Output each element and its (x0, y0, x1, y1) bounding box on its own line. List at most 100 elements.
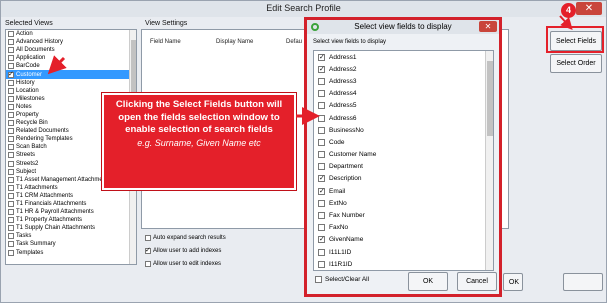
view-item-checkbox[interactable] (8, 201, 14, 208)
auto-expand-checkbox[interactable] (145, 235, 151, 241)
view-item-checkbox[interactable] (8, 176, 14, 183)
view-field-item[interactable]: Code (314, 136, 493, 148)
view-field-checkbox[interactable] (318, 248, 325, 256)
view-item-checkbox[interactable] (8, 128, 14, 135)
view-field-checkbox[interactable] (318, 53, 325, 61)
view-item-checkbox[interactable] (8, 111, 14, 118)
selected-view-item[interactable]: History (6, 79, 136, 87)
view-item-checkbox[interactable] (8, 31, 14, 38)
view-field-item[interactable]: Address6 (314, 112, 493, 124)
view-item-checkbox[interactable] (8, 168, 14, 175)
column-header-default[interactable]: Defau (286, 39, 302, 45)
selected-view-item[interactable]: Task Summary (6, 240, 136, 248)
view-field-checkbox[interactable] (318, 90, 325, 98)
view-field-checkbox[interactable] (318, 199, 325, 207)
view-field-item[interactable]: GivenName (314, 234, 493, 246)
view-item-checkbox[interactable] (8, 160, 14, 167)
allow-edit-indexes-checkbox[interactable] (145, 261, 151, 267)
view-field-item[interactable]: Description (314, 173, 493, 185)
view-field-checkbox[interactable] (318, 163, 325, 171)
dialog-cancel-button[interactable]: Cancel (457, 272, 497, 291)
view-item-checkbox[interactable] (8, 152, 14, 159)
view-item-checkbox[interactable] (8, 144, 14, 151)
view-item-checkbox[interactable] (8, 47, 14, 54)
view-field-checkbox[interactable] (318, 138, 325, 146)
view-field-item[interactable]: I11R1ID (314, 258, 493, 270)
view-field-checkbox[interactable] (318, 126, 325, 134)
view-item-checkbox[interactable] (8, 87, 14, 94)
view-item-checkbox[interactable] (8, 120, 14, 127)
view-item-checkbox[interactable] (8, 184, 14, 191)
selected-view-item[interactable]: Application (6, 54, 136, 62)
view-field-checkbox[interactable] (318, 102, 325, 110)
view-field-item[interactable]: Fax Number (314, 209, 493, 221)
view-item-checkbox[interactable] (8, 63, 14, 70)
view-field-checkbox[interactable] (318, 224, 325, 232)
view-item-checkbox[interactable] (8, 225, 14, 232)
ok-button[interactable]: OK (503, 273, 523, 291)
selected-view-item[interactable]: T1 Property Attachments (6, 216, 136, 224)
view-item-checkbox[interactable] (8, 233, 14, 240)
selected-view-item[interactable]: Action (6, 30, 136, 38)
view-field-item[interactable]: Department (314, 161, 493, 173)
view-field-item[interactable]: MobileNo (314, 270, 493, 271)
selected-view-item[interactable]: Advanced History (6, 38, 136, 46)
view-field-item[interactable]: FaxNo (314, 222, 493, 234)
dialog-ok-button[interactable]: OK (408, 272, 448, 291)
allow-add-indexes-option[interactable]: Allow user to add indexes (145, 246, 221, 254)
view-item-checkbox[interactable] (8, 70, 14, 78)
selected-view-item[interactable]: T1 CRM Attachments (6, 192, 136, 200)
view-field-checkbox[interactable] (318, 114, 325, 122)
fields-scrollbar[interactable] (485, 51, 493, 270)
view-item-checkbox[interactable] (8, 103, 14, 110)
selected-view-item[interactable]: Customer (6, 70, 136, 79)
view-item-checkbox[interactable] (8, 136, 14, 143)
view-fields-list[interactable]: Address1 Address2 Address3 Address4 Address5… (313, 50, 494, 271)
dialog-close-button[interactable]: ✕ (479, 21, 497, 32)
view-field-item[interactable]: Address4 (314, 88, 493, 100)
select-order-button[interactable]: Select Order (550, 54, 602, 73)
view-field-checkbox[interactable] (318, 235, 325, 244)
view-field-item[interactable]: BusinessNo (314, 124, 493, 136)
fields-scroll-thumb[interactable] (487, 61, 493, 136)
column-header-field-name[interactable]: Field Name (150, 39, 181, 45)
view-item-checkbox[interactable] (8, 192, 14, 199)
view-item-checkbox[interactable] (8, 217, 14, 224)
select-clear-all-checkbox[interactable] (315, 276, 322, 283)
view-field-checkbox[interactable] (318, 77, 325, 85)
view-field-item[interactable]: Address3 (314, 75, 493, 87)
view-field-checkbox[interactable] (318, 174, 325, 183)
window-close-button[interactable]: ✕ (576, 2, 602, 15)
view-item-checkbox[interactable] (8, 79, 14, 86)
view-field-checkbox[interactable] (318, 260, 325, 268)
view-field-checkbox[interactable] (318, 151, 325, 159)
selected-view-item[interactable]: Tasks (6, 232, 136, 240)
view-field-item[interactable]: Address1 (314, 51, 493, 63)
selected-view-item[interactable]: Templates (6, 249, 136, 257)
view-item-checkbox[interactable] (8, 249, 14, 256)
view-field-item[interactable]: Address2 (314, 63, 493, 75)
selected-view-item[interactable]: BarCode (6, 62, 136, 70)
view-field-checkbox[interactable] (318, 212, 325, 220)
view-item-checkbox[interactable] (8, 209, 14, 216)
column-header-display-name[interactable]: Display Name (216, 39, 253, 45)
view-field-item[interactable]: Customer Name (314, 149, 493, 161)
select-clear-all-option[interactable]: Select/Clear All (315, 276, 369, 283)
view-item-checkbox[interactable] (8, 39, 14, 46)
auto-expand-option[interactable]: Auto expand search results (145, 235, 226, 241)
view-item-checkbox[interactable] (8, 241, 14, 248)
view-item-checkbox[interactable] (8, 55, 14, 62)
selected-view-item[interactable]: T1 HR & Payroll Attachments (6, 208, 136, 216)
view-field-item[interactable]: I11L1ID (314, 246, 493, 258)
view-field-checkbox[interactable] (318, 187, 325, 195)
selected-view-item[interactable]: T1 Financials Attachments (6, 200, 136, 208)
view-field-item[interactable]: Address5 (314, 100, 493, 112)
cancel-button-partial[interactable] (563, 273, 603, 291)
view-item-checkbox[interactable] (8, 95, 14, 102)
selected-view-item[interactable]: All Documents (6, 46, 136, 54)
view-field-item[interactable]: ExtNo (314, 197, 493, 209)
view-field-checkbox[interactable] (318, 65, 325, 73)
allow-edit-indexes-option[interactable]: Allow user to edit indexes (145, 261, 221, 267)
view-field-item[interactable]: Email (314, 185, 493, 197)
selected-view-item[interactable]: T1 Supply Chain Attachments (6, 224, 136, 232)
